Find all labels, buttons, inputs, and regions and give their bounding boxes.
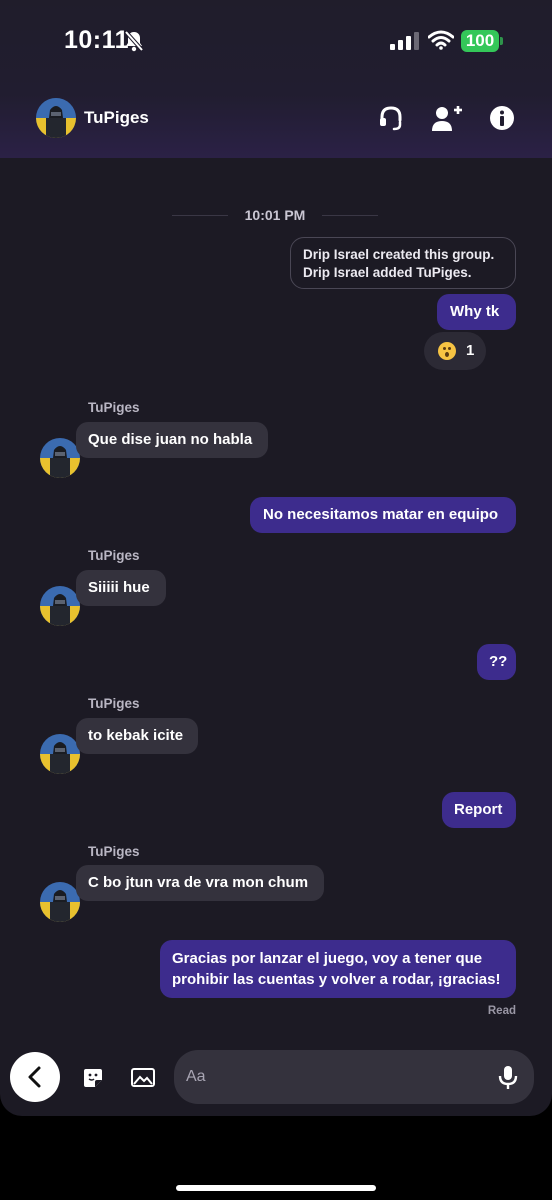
- sender-avatar[interactable]: [40, 586, 80, 626]
- system-notice-line: Drip Israel added TuPiges.: [303, 265, 472, 280]
- sticker-icon[interactable]: [81, 1066, 105, 1090]
- message-line: Gracias por lanzar el juego, voy a tener…: [172, 950, 483, 967]
- outgoing-message[interactable]: No necesitamos matar en equipo: [250, 497, 516, 533]
- message-line: prohibir las cuentas y volver a rodar, ¡…: [172, 971, 501, 988]
- headset-icon[interactable]: [377, 104, 405, 132]
- screen: 10:11 100 TuPiges 10:01 PM Drip Israel c…: [0, 0, 552, 1200]
- contact-avatar[interactable]: [36, 98, 76, 138]
- outgoing-message[interactable]: Why tk: [437, 294, 516, 330]
- mic-icon[interactable]: [498, 1065, 518, 1091]
- sender-name: TuPiges: [88, 400, 140, 415]
- time-separator: 10:01 PM: [172, 207, 378, 225]
- system-notice: Drip Israel created this group. Drip Isr…: [290, 237, 516, 289]
- incoming-message[interactable]: Siiiii hue: [76, 570, 166, 606]
- back-icon: [28, 1066, 41, 1088]
- sender-avatar[interactable]: [40, 882, 80, 922]
- battery-cap: [500, 37, 503, 45]
- add-person-icon[interactable]: [430, 104, 464, 132]
- outgoing-message[interactable]: Report: [442, 792, 516, 828]
- contact-name[interactable]: TuPiges: [84, 108, 149, 128]
- incoming-message[interactable]: C bo jtun vra de vra mon chum: [76, 865, 324, 901]
- reaction-count: 1: [466, 342, 475, 359]
- sender-avatar[interactable]: [40, 734, 80, 774]
- sender-name: TuPiges: [88, 548, 140, 563]
- wifi-icon: [428, 30, 454, 50]
- image-icon[interactable]: [130, 1066, 156, 1090]
- outgoing-message[interactable]: Gracias por lanzar el juego, voy a tener…: [160, 940, 516, 998]
- bell-off-icon: [124, 30, 144, 52]
- message-input[interactable]: Aa: [174, 1050, 534, 1104]
- back-button[interactable]: [10, 1052, 60, 1102]
- chat-app: 10:11 100 TuPiges 10:01 PM Drip Israel c…: [0, 0, 552, 1116]
- sender-name: TuPiges: [88, 844, 140, 859]
- home-indicator[interactable]: [176, 1185, 376, 1191]
- incoming-message[interactable]: Que dise juan no habla: [76, 422, 268, 458]
- signal-icon: [390, 32, 419, 50]
- outgoing-message[interactable]: ??: [477, 644, 516, 680]
- header-bar: 10:11 100 TuPiges: [0, 0, 552, 158]
- incoming-message[interactable]: to kebak icite: [76, 718, 198, 754]
- info-icon[interactable]: [488, 104, 516, 132]
- sender-avatar[interactable]: [40, 438, 80, 478]
- read-receipt: Read: [487, 1005, 516, 1017]
- status-time: 10:11: [64, 26, 130, 54]
- reaction-chip[interactable]: 1: [424, 332, 486, 370]
- message-input-placeholder: Aa: [186, 1068, 206, 1085]
- system-notice-line: Drip Israel created this group.: [303, 247, 495, 262]
- battery-indicator: 100: [461, 30, 499, 52]
- wow-emoji-icon: [438, 342, 456, 360]
- sender-name: TuPiges: [88, 696, 140, 711]
